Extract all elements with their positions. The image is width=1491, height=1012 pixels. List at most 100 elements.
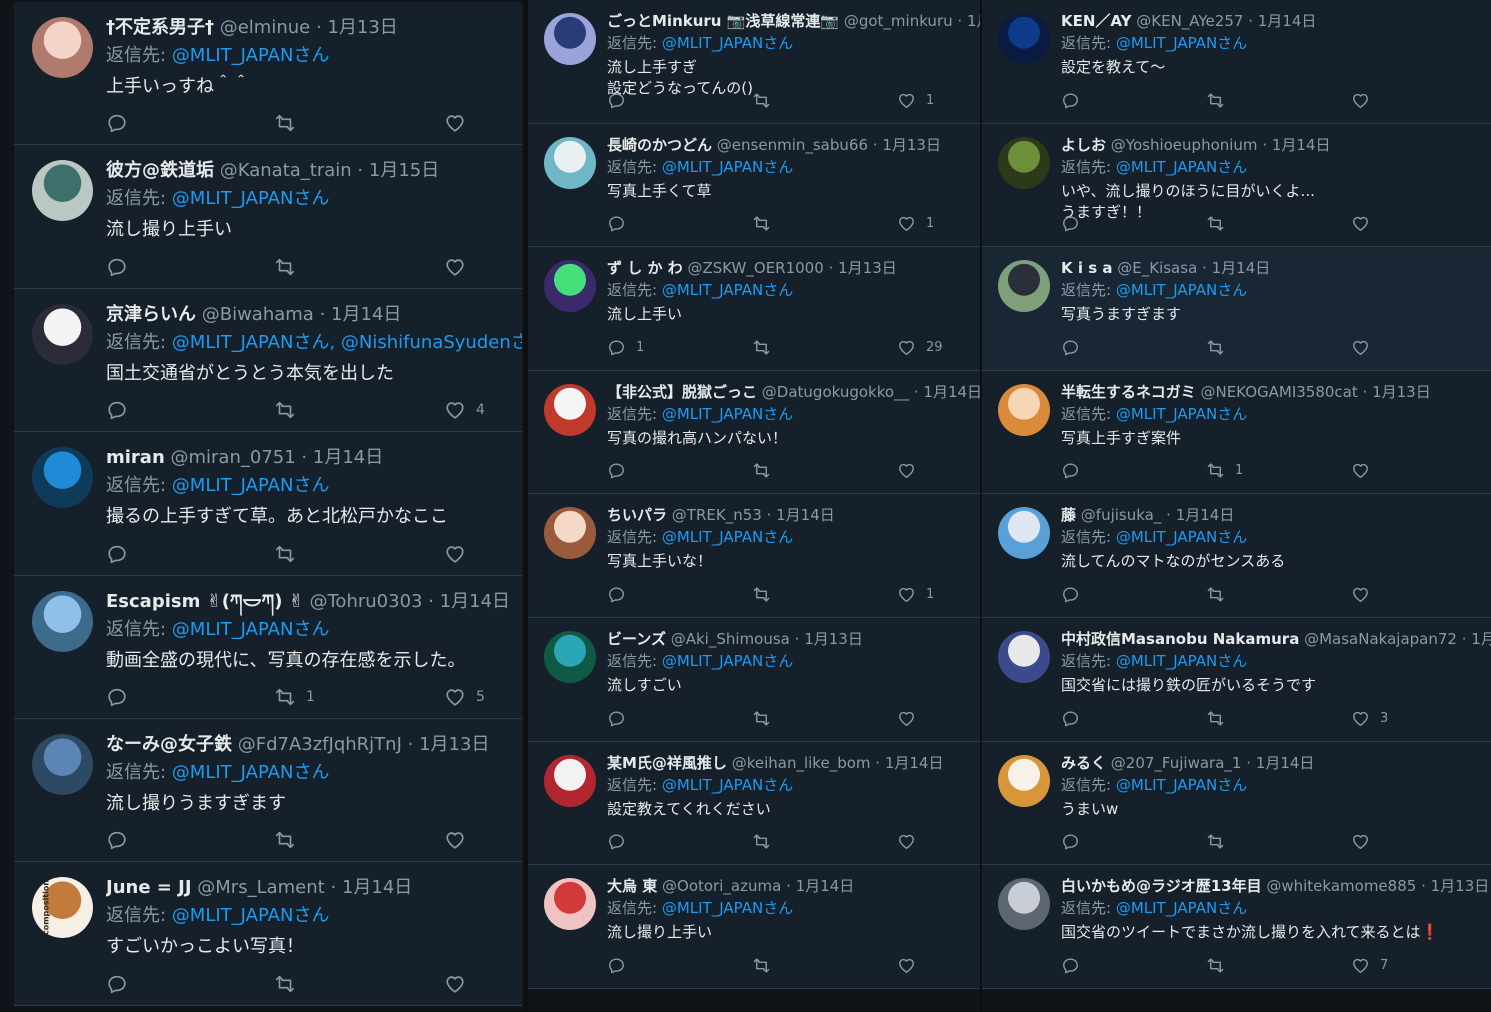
mention-link[interactable]: @MLIT_JAPAN [662, 34, 763, 52]
retweet-button[interactable] [274, 543, 306, 565]
tweet[interactable]: よしお @Yoshioeuphonium · 1月14日 返信先: @MLIT_… [982, 123, 1491, 248]
tweet-date[interactable]: 1月14日 [923, 383, 980, 401]
tweet[interactable]: 白いかもめ@ラジオ歴13年目 @whitekamome885 · 1月13日 返… [982, 865, 1491, 989]
like-button[interactable]: 29 [897, 338, 943, 357]
like-button[interactable] [444, 829, 476, 851]
tweet[interactable]: 京津らいん @Biwahama · 1月14日 返信先: @MLIT_JAPAN… [14, 288, 522, 433]
like-button[interactable] [1351, 338, 1380, 357]
mention-link[interactable]: @MLIT_JAPAN [172, 475, 294, 496]
mention-link[interactable]: @MLIT_JAPAN [172, 45, 294, 66]
tweet-date[interactable]: 1月13日 [838, 259, 897, 277]
tweet[interactable]: 長崎のかつどん @ensenmin_sabu66 · 1月13日 返信先: @M… [528, 123, 980, 248]
avatar[interactable] [998, 260, 1050, 313]
tweet-date[interactable]: 1月13日 [882, 136, 941, 154]
retweet-button[interactable] [1206, 214, 1235, 233]
avatar[interactable] [544, 383, 596, 436]
reply-button[interactable] [607, 956, 636, 975]
retweet-button[interactable] [752, 214, 781, 233]
tweet[interactable]: †不定系男子† @elminue · 1月13日 返信先: @MLIT_JAPA… [14, 2, 522, 146]
retweet-button[interactable] [752, 709, 781, 728]
retweet-button[interactable] [1206, 338, 1235, 357]
reply-button[interactable] [106, 543, 138, 565]
display-name[interactable]: Escapism ✌(ཀ𐃬ཀ) ✌ [106, 591, 304, 612]
like-button[interactable] [444, 256, 476, 278]
reply-button[interactable] [607, 709, 636, 728]
avatar[interactable] [998, 136, 1050, 189]
user-handle[interactable]: @Datugokugokko__ [762, 383, 909, 401]
mention-link[interactable]: @MLIT_JAPAN [662, 158, 763, 176]
mention-link[interactable]: @MLIT_JAPAN [172, 332, 294, 353]
user-handle[interactable]: @got_minkuru [844, 12, 953, 30]
mention-link[interactable]: @MLIT_JAPAN [172, 188, 294, 209]
avatar[interactable] [544, 754, 596, 807]
avatar[interactable] [998, 878, 1050, 931]
mention-link[interactable]: @MLIT_JAPAN [662, 652, 763, 670]
tweet-date[interactable]: 1月14日 [1176, 506, 1235, 524]
avatar[interactable] [998, 507, 1050, 560]
user-handle[interactable]: @E_Kisasa [1117, 259, 1197, 277]
display-name[interactable]: よしお [1061, 136, 1106, 154]
mention-link[interactable]: @MLIT_JAPAN [1116, 652, 1217, 670]
tweet-date[interactable]: 1月14日 [440, 591, 510, 612]
mention-link[interactable]: @MLIT_JAPAN [1116, 405, 1217, 423]
avatar[interactable] [544, 13, 596, 65]
avatar[interactable] [544, 260, 596, 313]
tweet[interactable]: miran @miran_0751 · 1月14日 返信先: @MLIT_JAP… [14, 432, 522, 576]
reply-button[interactable] [1061, 832, 1090, 851]
mention-link[interactable]: @MLIT_JAPAN [662, 899, 763, 917]
tweet-date[interactable]: 1月14日 [1258, 12, 1317, 30]
tweet-date[interactable]: 1月14日 [1212, 259, 1271, 277]
display-name[interactable]: miran [106, 447, 165, 468]
avatar[interactable] [544, 507, 596, 560]
display-name[interactable]: なーみ@女子鉄 [106, 734, 232, 755]
avatar[interactable] [544, 630, 596, 683]
user-handle[interactable]: @fujisuka_ [1081, 506, 1162, 524]
tweet[interactable]: 某M氏@祥風推し @keihan_like_bom · 1月14日 返信先: @… [528, 741, 980, 866]
retweet-button[interactable] [274, 256, 306, 278]
retweet-button[interactable] [752, 585, 781, 604]
retweet-button[interactable]: 1 [1206, 461, 1243, 480]
display-name[interactable]: 藤 [1061, 506, 1076, 524]
mention-link[interactable]: @MLIT_JAPAN [1116, 34, 1217, 52]
like-button[interactable] [1351, 832, 1380, 851]
reply-button[interactable]: 1 [607, 338, 644, 357]
tweet[interactable]: 半転生するネコガミ @NEKOGAMI3580cat · 1月13日 返信先: … [982, 370, 1491, 495]
like-button[interactable]: 1 [897, 585, 934, 604]
mention-link[interactable]: @MLIT_JAPAN [1116, 899, 1217, 917]
reply-button[interactable] [1061, 214, 1090, 233]
like-button[interactable]: 1 [897, 214, 934, 233]
user-handle[interactable]: @Aki_Shimousa [671, 630, 790, 648]
tweet[interactable]: K i s a @E_Kisasa · 1月14日 返信先: @MLIT_JAP… [982, 247, 1491, 371]
display-name[interactable]: ず し か わ [607, 259, 683, 277]
reply-button[interactable] [106, 973, 138, 995]
retweet-button[interactable] [1206, 585, 1235, 604]
tweet[interactable]: ちいパラ @TREK_n53 · 1月14日 返信先: @MLIT_JAPANさ… [528, 494, 980, 618]
avatar[interactable] [998, 13, 1050, 65]
avatar[interactable] [544, 878, 596, 931]
display-name[interactable]: 彼方@鉄道垢 [106, 160, 214, 181]
like-button[interactable] [444, 973, 476, 995]
avatar[interactable] [32, 590, 93, 652]
like-button[interactable]: 5 [444, 686, 485, 708]
avatar[interactable] [32, 17, 93, 78]
reply-button[interactable] [607, 461, 636, 480]
avatar[interactable] [998, 383, 1050, 436]
retweet-button[interactable] [1206, 956, 1235, 975]
like-button[interactable] [897, 832, 926, 851]
tweet-date[interactable]: 1月13日 [419, 734, 489, 755]
display-name[interactable]: ビーンズ [607, 630, 666, 648]
tweet-date[interactable]: 1月14 [1471, 630, 1491, 648]
user-handle[interactable]: @MasaNakajapan72 [1304, 630, 1457, 648]
avatar[interactable] [32, 733, 93, 795]
user-handle[interactable]: @Tohru0303 [310, 591, 423, 612]
display-name[interactable]: ちいパラ [607, 506, 667, 524]
tweet-date[interactable]: 1月14日 [342, 877, 412, 898]
avatar[interactable]: composition [32, 877, 93, 939]
tweet-date[interactable]: 1月13日 [327, 17, 397, 38]
retweet-button[interactable] [1206, 709, 1235, 728]
display-name[interactable]: K i s a [1061, 259, 1112, 277]
tweet[interactable]: 藤 @fujisuka_ · 1月14日 返信先: @MLIT_JAPANさん … [982, 494, 1491, 618]
tweet-date[interactable]: 1月14日 [313, 447, 383, 468]
avatar[interactable] [32, 447, 93, 509]
display-name[interactable]: 白いかもめ@ラジオ歴13年目 [1061, 877, 1262, 895]
